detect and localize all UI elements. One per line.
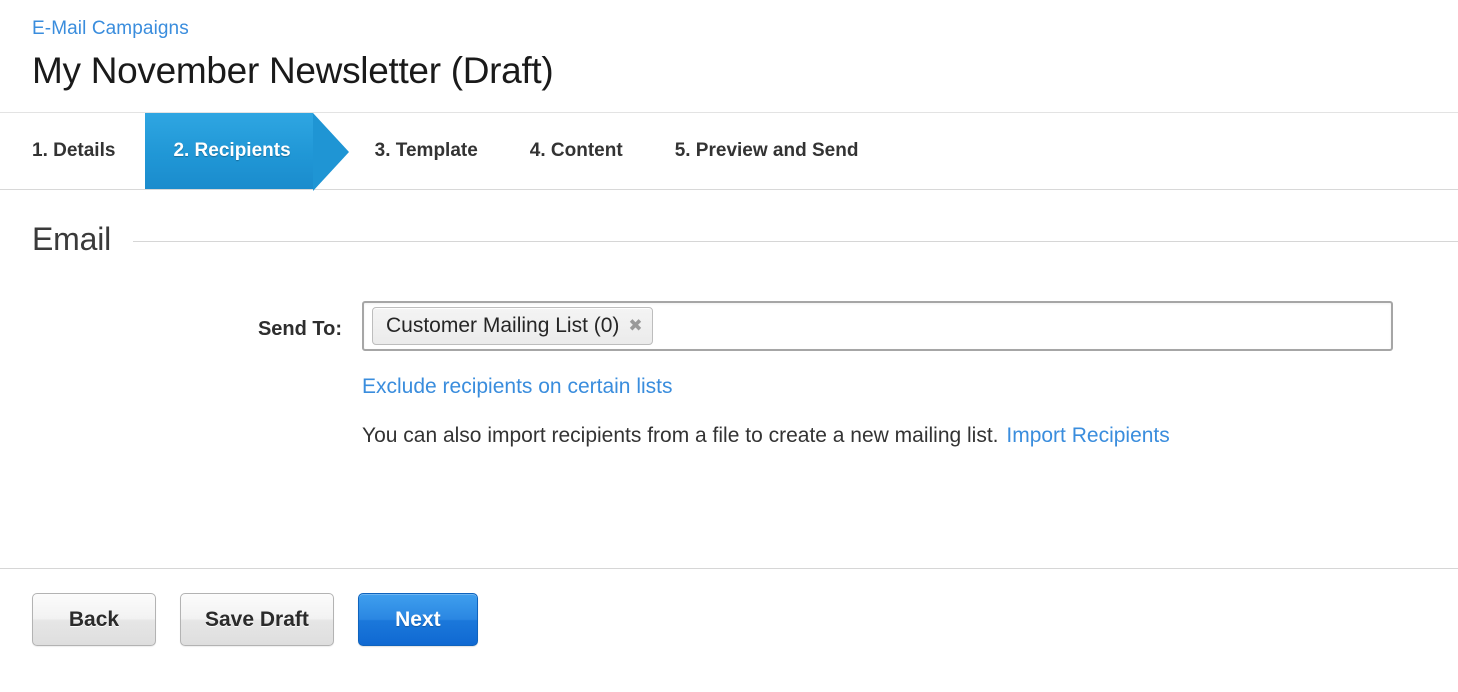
tab-step-recipients[interactable]: 2. Recipients [145,113,349,191]
back-button[interactable]: Back [32,593,156,646]
close-icon[interactable]: ✖ [628,317,642,335]
breadcrumb-email-campaigns[interactable]: E-Mail Campaigns [32,18,189,40]
save-draft-button[interactable]: Save Draft [180,593,334,646]
recipient-token[interactable]: Customer Mailing List (0) ✖ [372,307,653,345]
tab-step-recipients-label: 2. Recipients [173,140,291,161]
send-to-label: Send To: [257,318,342,340]
import-recipients-link[interactable]: Import Recipients [1006,424,1169,447]
page-title: My November Newsletter (Draft) [32,50,554,91]
exclude-recipients-row: Exclude recipients on certain lists [362,351,1393,400]
tab-step-content-label: 4. Content [529,140,623,161]
tab-step-details-label: 1. Details [32,140,116,161]
email-section: Email Send To: Customer Mailing List (0)… [0,190,1458,449]
section-divider [133,240,1458,242]
footer-button-bar: Back Save Draft Next [32,593,1458,646]
tab-step-content[interactable]: 4. Content [504,113,649,189]
tab-step-preview-and-send-label: 5. Preview and Send [674,140,859,161]
send-to-control: Customer Mailing List (0) ✖ Exclude reci… [362,301,1458,449]
import-recipients-row: You can also import recipients from a fi… [362,400,1393,449]
send-to-input[interactable]: Customer Mailing List (0) ✖ [362,301,1393,351]
tab-step-template-label: 3. Template [374,140,478,161]
import-helper-text: You can also import recipients from a fi… [362,424,999,447]
next-button[interactable]: Next [357,593,478,646]
section-header: Email [0,190,1458,258]
wizard-steps: 1. Details 2. Recipients 3. Template 4. … [0,113,1458,191]
wizard-tabstrip: 1. Details 2. Recipients 3. Template 4. … [0,112,1458,191]
recipient-token-label: Customer Mailing List (0) [386,314,620,337]
tab-step-preview-and-send[interactable]: 5. Preview and Send [649,113,885,189]
page-header: E-Mail Campaigns My November Newsletter … [0,0,1458,93]
form-footer: Back Save Draft Next [0,568,1458,646]
tab-step-details[interactable]: 1. Details [0,113,145,189]
exclude-recipients-link[interactable]: Exclude recipients on certain lists [362,375,672,398]
tab-step-template[interactable]: 3. Template [349,113,504,189]
send-to-row: Send To: Customer Mailing List (0) ✖ Exc… [0,258,1458,449]
section-title: Email [32,221,112,257]
